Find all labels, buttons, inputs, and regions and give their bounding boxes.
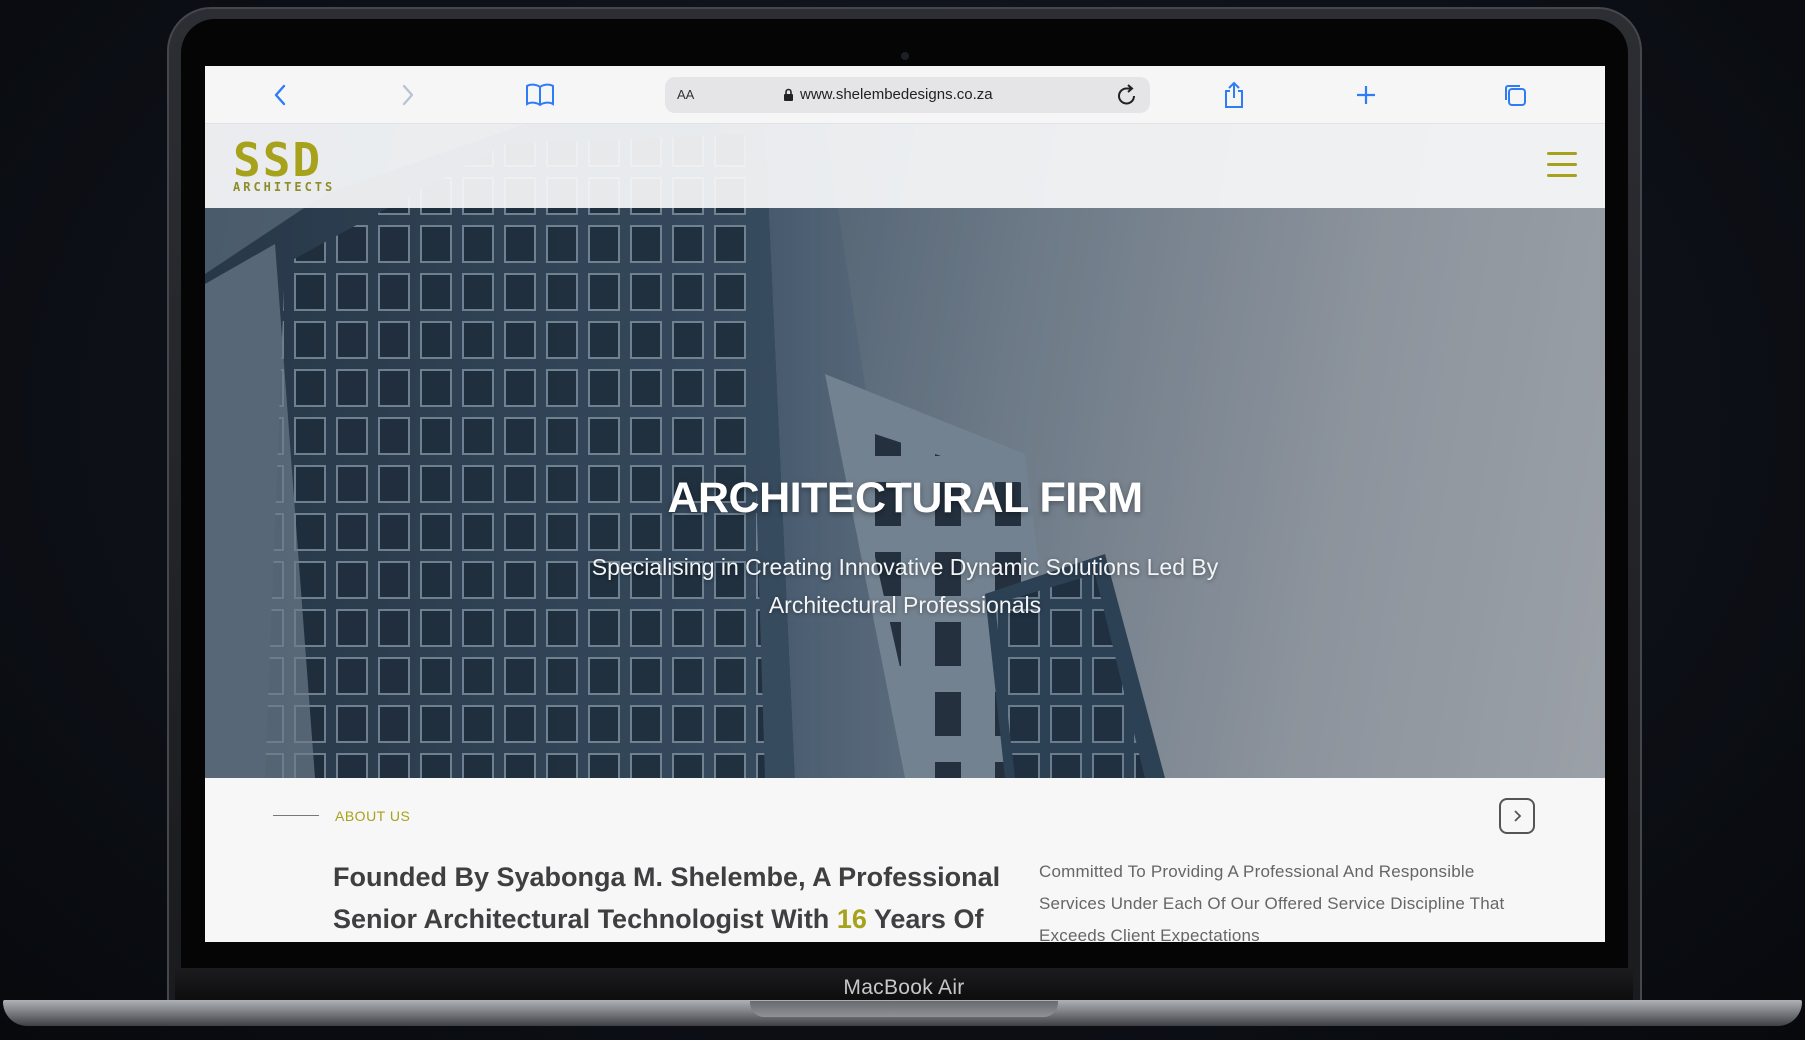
bookmarks-button[interactable] bbox=[522, 78, 558, 112]
logo-letter: S bbox=[262, 133, 291, 187]
about-section: ABOUT US Founded By Syabonga M. Shelembe… bbox=[205, 778, 1605, 942]
laptop-chin: MacBook Air bbox=[175, 968, 1633, 1000]
logo-letter: S bbox=[233, 133, 261, 187]
laptop-notch bbox=[750, 1001, 1058, 1017]
ssd-architects-logo[interactable]: SSD ARCHITECTS bbox=[233, 133, 369, 194]
share-icon bbox=[1225, 81, 1243, 108]
hero-overlay bbox=[205, 124, 1605, 778]
lock-icon bbox=[784, 88, 793, 101]
about-label: ABOUT US bbox=[335, 808, 411, 824]
section-divider bbox=[273, 815, 319, 816]
logo-letters: SSD bbox=[233, 133, 369, 187]
hero-banner: ARCHITECTURAL FIRM Specialising in Creat… bbox=[205, 124, 1605, 778]
reload-icon bbox=[1118, 84, 1135, 105]
forward-button[interactable] bbox=[393, 78, 423, 112]
book-icon bbox=[526, 83, 554, 107]
tabs-button[interactable] bbox=[1500, 78, 1530, 112]
new-tab-button[interactable] bbox=[1351, 78, 1381, 112]
about-description: Committed To Providing A Professional An… bbox=[1039, 862, 1505, 942]
address-bar[interactable]: AA www.shelembedesigns.co.za bbox=[665, 77, 1150, 113]
browser-screen: ARCHITECTURAL FIRM Specialising in Creat… bbox=[205, 66, 1605, 942]
chevron-right-icon bbox=[1514, 810, 1522, 822]
years-highlight: 16 bbox=[836, 904, 867, 934]
plus-icon bbox=[1357, 86, 1375, 104]
site-header: SSD ARCHITECTS bbox=[205, 124, 1605, 208]
text-size-button[interactable]: AA bbox=[677, 87, 694, 102]
browser-toolbar: AA www.shelembedesigns.co.za bbox=[205, 66, 1605, 124]
logo-subtitle: ARCHITECTS bbox=[233, 180, 336, 194]
hero-title: ARCHITECTURAL FIRM bbox=[667, 474, 1143, 522]
about-heading-end: Years Of bbox=[866, 904, 984, 934]
back-button[interactable] bbox=[265, 78, 295, 112]
logo-letter: D bbox=[292, 133, 320, 187]
chevron-left-icon bbox=[274, 84, 286, 106]
hero-subtitle: Specialising in Creating Innovative Dyna… bbox=[591, 554, 1219, 618]
next-arrow-button[interactable] bbox=[1499, 798, 1535, 834]
share-button[interactable] bbox=[1219, 78, 1249, 112]
url-text: www.shelembedesigns.co.za bbox=[800, 86, 993, 103]
device-label: MacBook Air bbox=[843, 976, 965, 999]
tabs-icon bbox=[1505, 85, 1526, 106]
hamburger-menu-icon[interactable] bbox=[1547, 152, 1577, 180]
about-heading: Founded By Syabonga M. Shelembe, A Profe… bbox=[333, 856, 1033, 940]
camera-icon bbox=[900, 52, 909, 60]
chevron-right-icon bbox=[402, 84, 414, 106]
reload-button[interactable] bbox=[1116, 83, 1138, 112]
